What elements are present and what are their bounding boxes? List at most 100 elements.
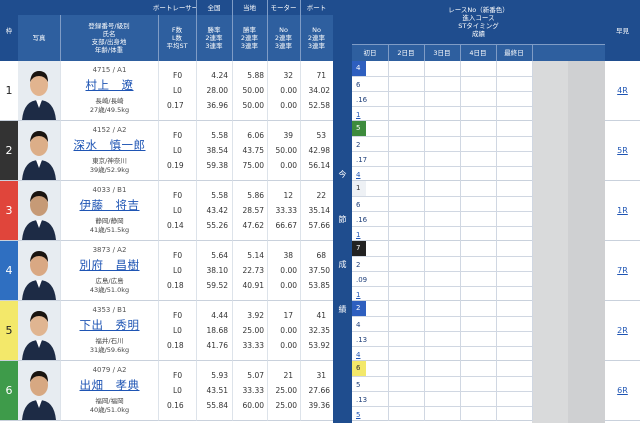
racer-area: 長崎/長崎 — [95, 97, 124, 105]
racer-photo — [18, 301, 60, 361]
boat-header: ボート — [300, 0, 333, 15]
racer-info: 4152 / A2 深水 慎一郎 東京/神奈川 39歳/52.9kg — [60, 121, 158, 181]
st-timing: .16 — [352, 211, 388, 226]
zenkoku-header: 全国 — [196, 0, 232, 15]
boat-cell: 41 32.35 53.92 — [300, 301, 333, 361]
hayami-cell: 2R — [605, 301, 640, 361]
touchi-cell: 6.06 43.75 75.00 — [232, 121, 267, 181]
motor-cell: 17 0.00 0.00 — [267, 301, 300, 361]
hayami-link[interactable]: 1R — [617, 206, 628, 215]
hayami-link[interactable]: 2R — [617, 326, 628, 335]
racer-name-link[interactable]: 下出 秀明 — [61, 317, 158, 333]
race-result-link[interactable]: 5 — [352, 406, 388, 421]
racer-photo — [18, 61, 60, 121]
registration-number: 4033 / B1 — [92, 186, 127, 194]
racer-photo — [18, 121, 60, 181]
motor-cell: 21 25.00 25.00 — [267, 361, 300, 421]
st-timing: .13 — [352, 391, 388, 406]
waku-number: 1 — [0, 61, 18, 121]
racer-photo — [18, 361, 60, 421]
race-number-badge: 7 — [352, 241, 366, 256]
hayami-link[interactable]: 6R — [617, 386, 628, 395]
waku-number: 3 — [0, 181, 18, 241]
photo-header: 写真 — [18, 15, 60, 61]
race-result-link[interactable]: 1 — [352, 106, 388, 121]
motor-cell: 39 50.00 0.00 — [267, 121, 300, 181]
f-l-st-cell: F0 L0 0.16 — [158, 361, 196, 421]
zenkoku-cell: 5.58 43.42 55.26 — [196, 181, 232, 241]
boat-sub-header: No 2連率 3連率 — [300, 15, 333, 61]
racer-portrait-icon — [18, 61, 60, 120]
st-timing: .16 — [352, 91, 388, 106]
registration-header: 登録番号/級別 氏名 支部/出身地 年齢/体重 — [60, 15, 158, 61]
hayami-link[interactable]: 4R — [617, 86, 628, 95]
st-timing: .17 — [352, 151, 388, 166]
hayami-cell: 1R — [605, 181, 640, 241]
touchi-cell: 5.86 28.57 47.62 — [232, 181, 267, 241]
racer-age-weight: 39歳/52.9kg — [89, 166, 130, 174]
entry-course: 2 — [352, 136, 388, 151]
waku-number: 5 — [0, 301, 18, 361]
racer-age-weight: 41歳/51.5kg — [89, 226, 130, 234]
racer-area: 福岡/福岡 — [95, 397, 124, 405]
race-number-badge: 4 — [352, 61, 366, 76]
racer-portrait-icon — [18, 301, 60, 360]
racer-info: 4715 / A1 村上 遼 長崎/長崎 27歳/49.5kg — [60, 61, 158, 121]
hayami-cell: 6R — [605, 361, 640, 421]
konsetsu-header-blank — [333, 0, 352, 61]
racer-area: 福井/石川 — [95, 337, 124, 345]
racer-info: 4033 / B1 伊藤 将吉 静岡/静岡 41歳/51.5kg — [60, 181, 158, 241]
racer-age-weight: 40歳/51.0kg — [89, 406, 130, 414]
f-l-st-cell: F0 L0 0.19 — [158, 121, 196, 181]
hayami-cell: 7R — [605, 241, 640, 301]
touchi-cell: 3.92 25.00 33.33 — [232, 301, 267, 361]
day-extra-header — [532, 44, 605, 61]
race-number-badge: 5 — [352, 121, 366, 136]
entry-course: 5 — [352, 376, 388, 391]
racer-info: 3873 / A2 別府 昌樹 広島/広島 43歳/51.0kg — [60, 241, 158, 301]
racer-age-weight: 27歳/49.5kg — [89, 106, 130, 114]
entry-course: 6 — [352, 196, 388, 211]
hayami-link[interactable]: 5R — [617, 146, 628, 155]
racer-photo — [18, 241, 60, 301]
racer-area: 広島/広島 — [95, 277, 124, 285]
racer-name-link[interactable]: 村上 遼 — [61, 77, 158, 93]
hayami-link[interactable]: 7R — [617, 266, 628, 275]
race-number-badge: 2 — [352, 301, 366, 316]
st-timing: .13 — [352, 331, 388, 346]
registration-number: 4715 / A1 — [92, 66, 127, 74]
racer-age-weight: 31歳/59.6kg — [89, 346, 130, 354]
race-result-link[interactable]: 4 — [352, 166, 388, 181]
day-1-header: 初日 — [352, 44, 388, 61]
racer-portrait-icon — [18, 361, 60, 420]
f-l-st-cell: F0 L0 0.14 — [158, 181, 196, 241]
boat-cell: 71 34.02 52.58 — [300, 61, 333, 121]
racer-area: 東京/神奈川 — [92, 157, 127, 165]
racer-name-link[interactable]: 出畑 孝典 — [61, 377, 158, 393]
motor-header: モーター — [267, 0, 300, 15]
racer-portrait-icon — [18, 241, 60, 300]
touchi-cell: 5.88 50.00 50.00 — [232, 61, 267, 121]
st-timing: .09 — [352, 271, 388, 286]
race-result-link[interactable]: 4 — [352, 346, 388, 361]
racer-area: 静岡/静岡 — [95, 217, 124, 225]
racer-name-link[interactable]: 伊藤 将吉 — [61, 197, 158, 213]
waku-number: 2 — [0, 121, 18, 181]
day-3-header: 3日目 — [424, 44, 460, 61]
race-result-link[interactable]: 1 — [352, 226, 388, 241]
waku-header: 枠 — [0, 0, 18, 61]
entry-course: 2 — [352, 256, 388, 271]
racer-name-link[interactable]: 別府 昌樹 — [61, 257, 158, 273]
motor-sub-header: No 2連率 3連率 — [267, 15, 300, 61]
boat-cell: 31 27.66 39.36 — [300, 361, 333, 421]
touchi-header: 当地 — [232, 0, 267, 15]
zenkoku-cell: 5.93 43.51 55.84 — [196, 361, 232, 421]
race-result-link[interactable]: 1 — [352, 286, 388, 301]
boat-cell: 53 42.98 56.14 — [300, 121, 333, 181]
race-info-header: レースNo（新番色） 進入コース STタイミング 成績 — [352, 0, 605, 44]
racer-portrait-icon — [18, 121, 60, 180]
waku-number: 6 — [0, 361, 18, 421]
registration-number: 4079 / A2 — [92, 366, 127, 374]
f-l-st-header: F数 L数 平均ST — [158, 15, 196, 61]
racer-name-link[interactable]: 深水 慎一郎 — [61, 137, 158, 153]
